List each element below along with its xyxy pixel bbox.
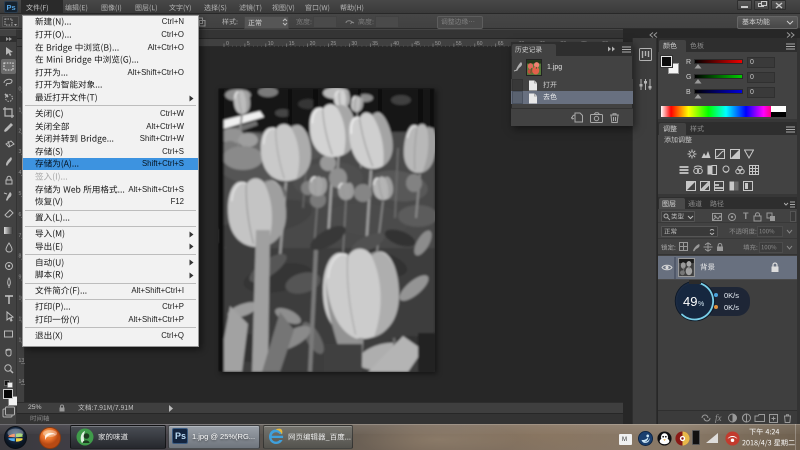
svg-text:13: 13 [19, 358, 25, 364]
svg-text:49: 49 [683, 294, 697, 309]
svg-text:fx: fx [715, 413, 722, 423]
svg-text:14: 14 [19, 379, 25, 385]
svg-text:%: % [698, 301, 704, 308]
svg-text:0K/s: 0K/s [724, 291, 739, 300]
svg-text:0K/s: 0K/s [724, 303, 739, 312]
